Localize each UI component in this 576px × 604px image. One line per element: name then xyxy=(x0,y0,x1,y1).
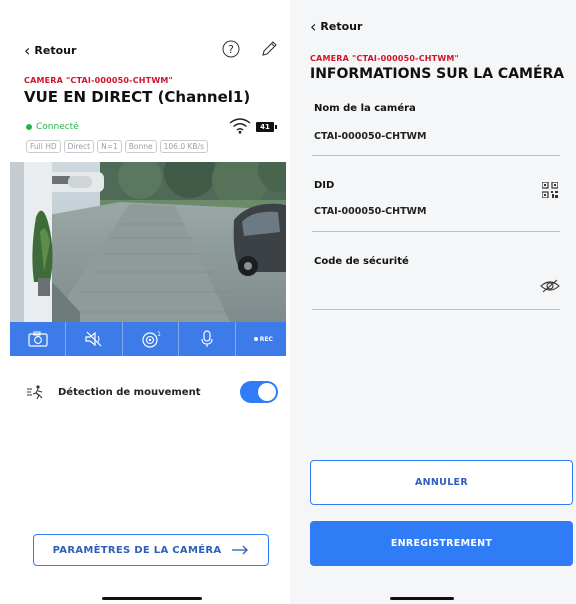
live-view-screen: ‹ Retour ? CAMERA "CTAI-000050-CHTWM" VU… xyxy=(0,0,286,604)
lens-button[interactable]: 1 xyxy=(123,322,180,356)
field-underline xyxy=(312,155,560,156)
help-icon[interactable]: ? xyxy=(222,40,240,62)
speaker-mute-icon xyxy=(85,331,102,347)
microphone-button[interactable] xyxy=(179,322,236,356)
qr-code-icon[interactable] xyxy=(541,181,559,202)
motion-detection-label: Détection de mouvement xyxy=(58,386,201,398)
did-label: DID xyxy=(314,180,335,191)
chip-resolution: Full HD xyxy=(26,140,61,153)
camera-tag: CAMERA "CTAI-000050-CHTWM" xyxy=(310,54,459,63)
page-title: VUE EN DIRECT (Channel1) xyxy=(24,88,251,106)
svg-text:?: ? xyxy=(228,43,234,56)
chip-mode: Direct xyxy=(63,140,95,153)
status-dot-icon xyxy=(26,124,32,130)
edit-pencil-icon[interactable] xyxy=(260,40,278,62)
back-button[interactable]: ‹ Retour xyxy=(310,17,363,36)
field-underline xyxy=(312,231,560,232)
arrow-right-icon xyxy=(232,545,249,555)
motion-detection-icon xyxy=(27,385,43,400)
camera-name-value[interactable]: CTAI-000050-CHTWM xyxy=(314,131,426,142)
save-label: ENREGISTREMENT xyxy=(390,538,493,549)
wifi-icon xyxy=(228,116,252,138)
home-indicator xyxy=(390,597,454,600)
home-indicator xyxy=(102,597,202,600)
camera-settings-button[interactable]: PARAMÈTRES DE LA CAMÉRA xyxy=(33,534,269,566)
back-label: Retour xyxy=(320,20,363,33)
speaker-mute-button[interactable] xyxy=(66,322,123,356)
save-button[interactable]: ENREGISTREMENT xyxy=(310,521,573,566)
cancel-button[interactable]: ANNULER xyxy=(310,460,573,505)
record-dot-icon xyxy=(253,337,258,341)
camera-settings-label: PARAMÈTRES DE LA CAMÉRA xyxy=(52,544,222,556)
back-label: Retour xyxy=(34,44,77,57)
field-underline xyxy=(312,309,560,310)
live-video-feed[interactable] xyxy=(10,162,286,322)
back-button[interactable]: ‹ Retour xyxy=(24,41,77,60)
chip-viewers: N=1 xyxy=(97,140,122,153)
camera-snapshot-icon xyxy=(28,331,48,347)
lens-icon: 1 xyxy=(141,331,161,348)
stream-info-chips: Full HD Direct N=1 Bonne 106.0 KB/s xyxy=(26,140,208,153)
connection-status: Connecté xyxy=(26,122,79,132)
record-button[interactable]: REC xyxy=(236,322,286,356)
lens-badge: 1 xyxy=(157,331,161,338)
chip-quality: Bonne xyxy=(124,140,157,153)
snapshot-button[interactable] xyxy=(10,322,67,356)
security-code-label: Code de sécurité xyxy=(314,256,409,267)
chevron-left-icon: ‹ xyxy=(310,17,317,36)
motion-detection-toggle[interactable] xyxy=(240,381,278,403)
cancel-label: ANNULER xyxy=(415,477,468,488)
chevron-left-icon: ‹ xyxy=(24,41,31,60)
camera-info-screen: ‹ Retour CAMERA "CTAI-000050-CHTWM" INFO… xyxy=(290,0,576,604)
video-control-toolbar: 1 REC xyxy=(10,322,286,356)
record-label: REC xyxy=(259,335,273,343)
did-value[interactable]: CTAI-000050-CHTWM xyxy=(314,206,426,217)
page-title: INFORMATIONS SUR LA CAMÉRA xyxy=(310,66,565,82)
eye-hidden-icon[interactable] xyxy=(540,278,560,298)
camera-tag: CAMERA "CTAI-000050-CHTWM" xyxy=(24,76,173,85)
microphone-icon xyxy=(201,330,213,347)
toggle-knob xyxy=(258,383,276,401)
chip-bitrate: 106.0 KB/s xyxy=(159,140,208,153)
motion-detection-row: Détection de mouvement xyxy=(26,380,278,404)
status-label: Connecté xyxy=(36,122,79,132)
camera-name-label: Nom de la caméra xyxy=(314,103,416,114)
battery-indicator: 41 xyxy=(256,122,277,132)
